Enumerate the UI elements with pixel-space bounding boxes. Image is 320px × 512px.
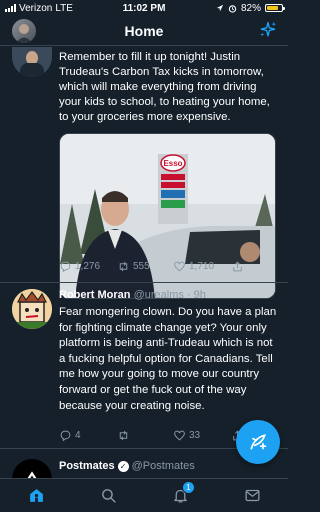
search-icon	[101, 489, 116, 503]
author-avatar[interactable]	[12, 47, 52, 77]
retweet-count: 555	[133, 261, 150, 272]
alarm-icon	[228, 4, 237, 13]
signal-icon	[5, 4, 16, 12]
esso-logo: Esso	[163, 159, 182, 168]
mail-icon	[244, 489, 260, 502]
tweet-text: Fear mongering clown. Do you have a plan…	[59, 306, 277, 412]
tab-notifications[interactable]: 1	[160, 480, 200, 511]
reply-count: 1,276	[75, 261, 101, 272]
battery-icon	[265, 4, 285, 12]
retweet-icon	[119, 261, 128, 272]
tab-messages[interactable]	[232, 481, 272, 511]
battery-percent: 82%	[240, 2, 261, 14]
author-avatar[interactable]	[12, 459, 52, 478]
home-icon	[29, 489, 43, 502]
status-left: Verizon LTE	[5, 3, 73, 14]
verified-icon: ✓	[117, 460, 129, 472]
timeline-feed[interactable]: Remember to fill it up tonight! Justin T…	[0, 47, 288, 478]
like-button[interactable]: 33	[173, 429, 200, 442]
like-count: 33	[189, 430, 201, 441]
share-icon	[233, 261, 242, 272]
tab-home[interactable]	[16, 481, 56, 511]
author-avatar[interactable]	[12, 289, 52, 329]
tweet-header: Postmates ✓ @Postmates	[59, 460, 195, 472]
tweet-actions: 1,276 555 1,710	[59, 260, 276, 276]
network-label: LTE	[55, 2, 73, 14]
sparkle-icon[interactable]	[258, 20, 278, 40]
tweet[interactable]: Remember to fill it up tonight! Justin T…	[0, 47, 288, 299]
retweet-button[interactable]	[117, 429, 133, 442]
bottom-tab-bar: 1	[0, 478, 288, 512]
notifications-badge: 1	[182, 480, 195, 494]
tweet-time: 9h	[193, 289, 206, 301]
battery-fill	[267, 6, 279, 10]
heart-icon	[174, 430, 185, 441]
author-handle[interactable]: @urealms	[134, 289, 184, 301]
status-bar: Verizon LTE 11:02 PM 82%	[0, 0, 288, 16]
home-header: Home	[0, 16, 288, 46]
author-name[interactable]: Postmates	[59, 460, 115, 472]
author-name[interactable]: Robert Moran	[59, 289, 131, 301]
share-button[interactable]	[231, 260, 244, 273]
reply-button[interactable]: 1,276	[59, 260, 100, 273]
reply-button[interactable]: 4	[59, 429, 81, 442]
author-handle[interactable]: @Postmates	[132, 460, 195, 472]
status-right: 82%	[216, 2, 285, 14]
compose-tweet-button[interactable]	[236, 420, 280, 464]
retweet-button[interactable]: 555	[117, 260, 150, 273]
reply-icon	[60, 261, 71, 273]
reply-icon	[60, 430, 71, 442]
separator-dot: ·	[186, 289, 191, 301]
compose-icon	[250, 434, 267, 450]
tweet-text: Remember to fill it up tonight! Justin T…	[59, 51, 270, 123]
reply-count: 4	[75, 430, 81, 441]
location-icon	[216, 4, 224, 12]
tweet-header: Robert Moran @urealms · 9h	[59, 289, 206, 301]
like-button[interactable]: 1,710	[173, 260, 214, 273]
profile-avatar[interactable]	[12, 19, 36, 43]
page-title: Home	[124, 22, 164, 39]
heart-icon	[174, 261, 185, 272]
like-count: 1,710	[189, 261, 215, 272]
retweet-icon	[119, 430, 128, 441]
tab-search[interactable]	[88, 481, 128, 511]
carrier-label: Verizon	[19, 2, 53, 14]
postmates-logo	[27, 471, 37, 478]
